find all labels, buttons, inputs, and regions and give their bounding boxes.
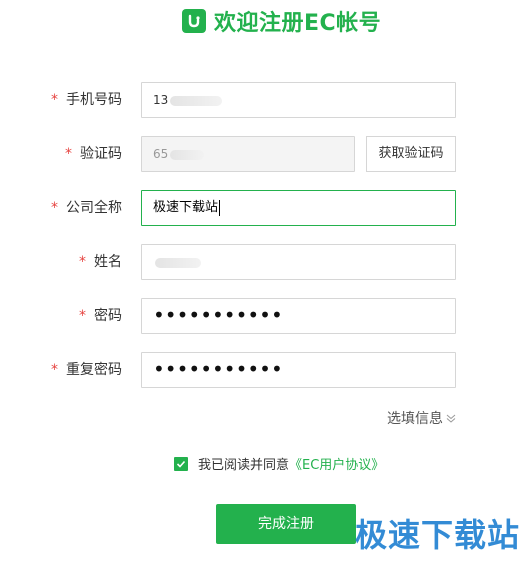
password-repeat-row: * 重复密码 ••••••••••• xyxy=(0,352,531,388)
agreement-link[interactable]: 《EC用户协议》 xyxy=(289,454,384,473)
name-label: * 姓名 xyxy=(79,254,122,270)
password-repeat-input[interactable]: ••••••••••• xyxy=(141,352,456,388)
code-label: * 验证码 xyxy=(65,146,122,162)
blurred-text xyxy=(155,257,201,268)
phone-input[interactable]: 13 xyxy=(141,82,456,118)
company-row: * 公司全称 极速下载站 xyxy=(0,190,531,226)
optional-info-toggle[interactable]: 选填信息 xyxy=(387,408,456,428)
get-code-button[interactable]: 获取验证码 xyxy=(366,136,456,172)
company-label: * 公司全称 xyxy=(51,200,122,216)
password-repeat-label: * 重复密码 xyxy=(51,362,122,378)
title-text: 欢迎注册EC帐号 xyxy=(214,11,382,36)
phone-row: * 手机号码 13 xyxy=(0,82,531,118)
name-row: * 姓名 xyxy=(0,244,531,280)
blurred-text xyxy=(170,149,205,160)
password-label: * 密码 xyxy=(79,308,122,324)
agreement-text: 我已阅读并同意 xyxy=(198,458,290,473)
submit-button[interactable]: 完成注册 xyxy=(216,504,356,544)
watermark: 极速下载站 xyxy=(355,516,521,554)
agree-checkbox[interactable] xyxy=(174,456,188,471)
phone-label: * 手机号码 xyxy=(51,92,122,108)
company-input[interactable]: 极速下载站 xyxy=(141,190,456,226)
optional-info-label: 选填信息 xyxy=(387,411,443,427)
agreement: 我已阅读并同意 《EC用户协议》 xyxy=(174,454,384,473)
code-input[interactable]: 65 xyxy=(141,136,355,172)
code-row: * 验证码 65 获取验证码 xyxy=(0,136,531,172)
name-input[interactable] xyxy=(141,244,456,280)
chevron-down-icon xyxy=(446,414,456,423)
text-caret xyxy=(219,199,221,216)
password-input[interactable]: ••••••••••• xyxy=(141,298,456,334)
page-title: 欢迎注册EC帐号 xyxy=(182,7,382,36)
ec-logo-icon xyxy=(182,9,206,33)
checkmark-icon xyxy=(176,460,186,468)
password-row: * 密码 ••••••••••• xyxy=(0,298,531,334)
blurred-text xyxy=(170,95,223,106)
